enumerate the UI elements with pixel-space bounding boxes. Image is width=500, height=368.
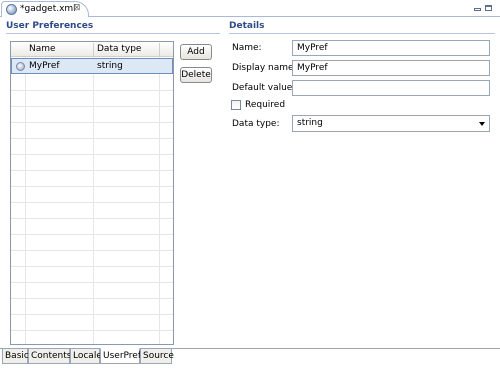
name-field[interactable] (292, 40, 490, 56)
maximize-icon[interactable] (485, 5, 492, 11)
table-row-empty (11, 203, 173, 219)
required-checkbox[interactable] (231, 100, 241, 110)
table-row-empty (11, 91, 173, 107)
tab-basic[interactable]: Basic (2, 349, 29, 364)
table-row-empty (11, 331, 173, 344)
data-type-select[interactable]: string (292, 115, 490, 132)
gadget-file-icon (6, 4, 17, 15)
table-row-empty (11, 123, 173, 139)
column-header-name[interactable]: Name (29, 44, 56, 54)
default-value-label: Default value: (232, 83, 296, 93)
name-label: Name: (232, 43, 262, 53)
tab-source[interactable]: Source (140, 349, 174, 364)
display-name-label: Display name: (232, 63, 297, 73)
table-row-empty (11, 315, 173, 331)
table-row[interactable]: MyPref string (11, 58, 173, 74)
row-data-type: string (97, 61, 123, 71)
required-label: Required (245, 100, 286, 110)
chevron-down-icon[interactable] (479, 122, 485, 126)
default-value-field[interactable] (292, 80, 490, 96)
user-preferences-title: User Preferences (6, 21, 94, 31)
row-name: MyPref (29, 61, 60, 71)
table-row-empty (11, 267, 173, 283)
column-header-data-type[interactable]: Data type (97, 44, 141, 54)
table-row-empty (11, 283, 173, 299)
editor-tab-gadget-xml[interactable]: *gadget.xml ⊠ (1, 1, 89, 17)
table-row-empty (11, 171, 173, 187)
table-row-empty (11, 251, 173, 267)
data-type-selected-value: string (297, 118, 323, 128)
column-divider[interactable] (159, 43, 160, 56)
data-type-label: Data type: (232, 119, 280, 129)
table-row-empty (11, 235, 173, 251)
table-row-empty (11, 155, 173, 171)
table-row-empty (11, 139, 173, 155)
table-row-empty (11, 299, 173, 315)
preferences-table[interactable]: Name Data type MyPref string (10, 41, 174, 345)
column-divider[interactable] (93, 43, 94, 56)
editor-tab-title: *gadget.xml (20, 4, 76, 14)
tab-locale[interactable]: Locale (70, 349, 102, 364)
tab-contents[interactable]: Contents (28, 349, 71, 364)
table-header: Name Data type (11, 42, 173, 57)
editor-page-tabs: Basic Contents Locale UserPref Source (0, 348, 500, 368)
tab-userpref[interactable]: UserPref (100, 348, 141, 364)
editor-tab-strip: *gadget.xml ⊠ (0, 0, 500, 17)
preference-icon (16, 62, 25, 71)
close-icon[interactable]: ⊠ (73, 3, 81, 13)
delete-button[interactable]: Delete (180, 67, 212, 83)
table-row-empty (11, 219, 173, 235)
table-row-empty (11, 107, 173, 123)
details-rule (229, 33, 495, 34)
minimize-icon[interactable] (474, 8, 481, 11)
table-row-empty (11, 187, 173, 203)
user-preferences-rule (6, 33, 220, 34)
details-title: Details (229, 21, 265, 31)
add-button[interactable]: Add (180, 44, 212, 60)
table-row-empty (11, 75, 173, 91)
display-name-field[interactable] (292, 60, 490, 76)
